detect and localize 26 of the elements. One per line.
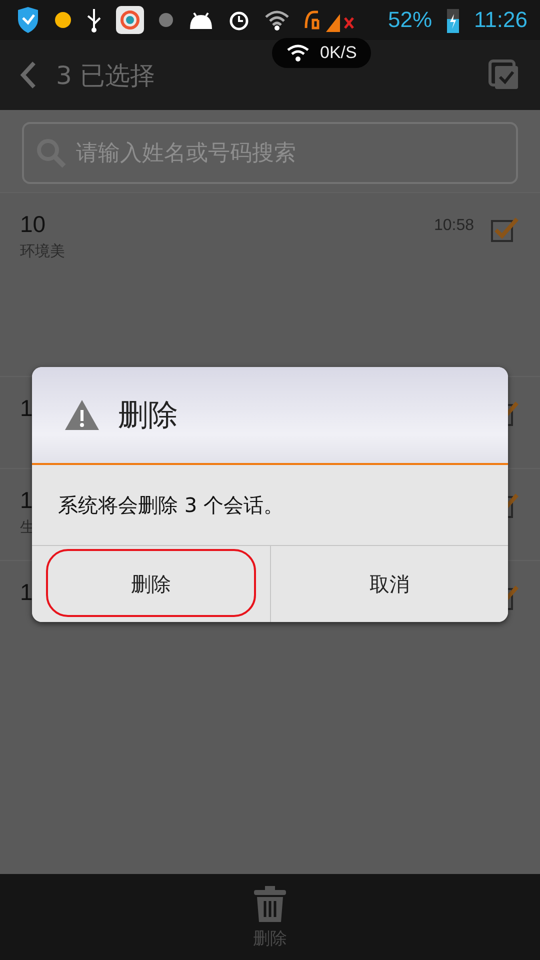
usb-icon [86,7,102,33]
wifi-icon [286,44,310,62]
signal-icon [304,8,356,32]
warning-icon [64,399,100,431]
contact-name: 1 [20,579,33,606]
back-icon[interactable] [20,61,36,89]
contact-name: 1 [20,395,33,422]
speed-text: 0K/S [320,43,357,63]
checkbox[interactable] [490,215,520,243]
contact-name: 10 [20,211,46,238]
sun-icon [54,11,72,29]
battery-icon [446,6,460,34]
trash-icon[interactable] [252,884,288,922]
cancel-button[interactable]: 取消 [270,546,508,622]
shield-icon [16,7,40,33]
confirm-button[interactable]: 删除 [32,546,270,622]
selection-title: 3 已选择 [56,60,156,92]
clock: 11:26 [474,7,528,33]
battery-percent: 52% [388,7,432,33]
app-icon [116,6,144,34]
contact-name: 1 [20,487,33,514]
dialog-message: 系统将会删除 3 个会话。 [58,492,284,518]
select-all-icon[interactable] [488,59,520,91]
alarm-icon [228,9,250,31]
wifi-icon [264,9,290,31]
dialog-title: 删除 [118,396,178,434]
